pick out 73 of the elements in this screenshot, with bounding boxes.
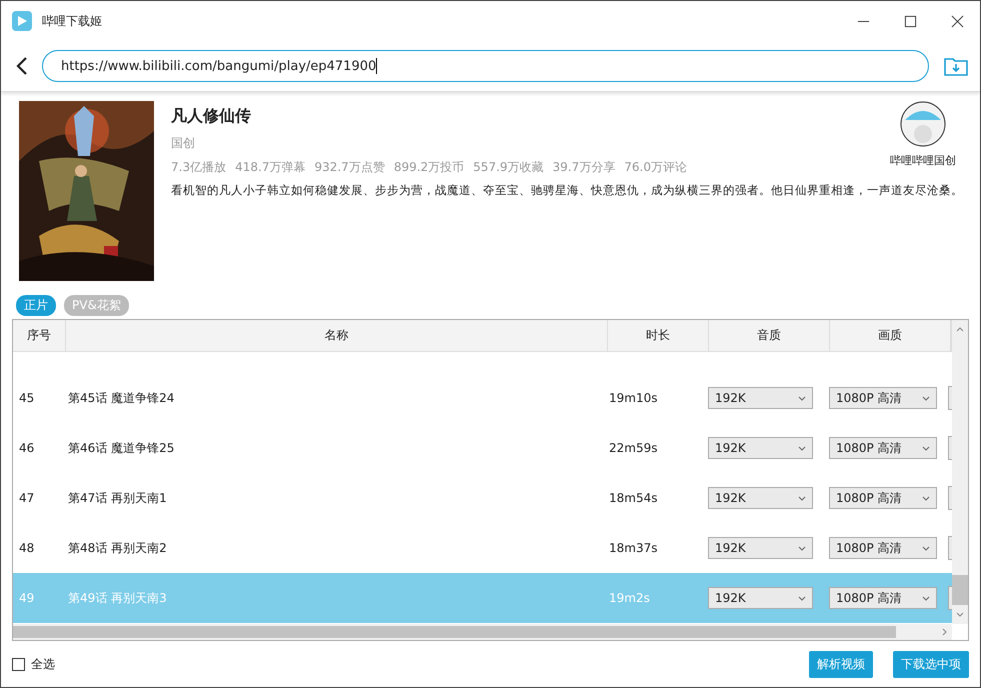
chevron-down-icon [798, 546, 806, 550]
video-title: 凡人修仙传 [171, 106, 252, 127]
stat-label: 76.0万评论 [624, 159, 687, 176]
chevron-down-icon [922, 496, 930, 500]
chevron-down-icon [798, 396, 806, 400]
table-cell-text: 第48话 再别天南2 [67, 540, 168, 556]
window-title: 哔哩下载姬 [42, 12, 102, 30]
download-folder-icon[interactable] [943, 55, 969, 77]
scrollbar-thumb[interactable] [952, 575, 968, 605]
table-cell-text: 第46话 魔道争锋25 [67, 440, 176, 456]
table-cell-text: 47 [18, 491, 36, 505]
table-cell-text: 48 [18, 541, 36, 555]
chevron-down-icon [922, 596, 930, 600]
episode-row[interactable]: 48 第48话 再别天南2 18m37s 192K 1080P 高清 [13, 523, 952, 573]
checkbox[interactable] [12, 658, 25, 671]
table-cell-text: 18m37s [608, 541, 658, 555]
table-cell-text: 49 [18, 591, 36, 605]
audio-dropdown[interactable]: 192K [708, 387, 813, 409]
quality-dropdown[interactable]: 1080P 高清 [829, 587, 937, 609]
audio-dropdown[interactable]: 192K [708, 487, 813, 509]
column-header: 音质 [709, 320, 830, 351]
avatar-icon [899, 100, 947, 148]
column-header: 画质 [830, 320, 951, 351]
chevron-down-icon [798, 446, 806, 450]
chevron-down-icon [922, 446, 930, 450]
stat-label: 7.3亿播放 [171, 159, 226, 176]
audio-dropdown[interactable]: 192K [708, 537, 813, 559]
quality-dropdown[interactable]: 1080P 高清 [829, 537, 937, 559]
close-icon[interactable] [951, 14, 964, 28]
select-all-label: 全选 [31, 656, 55, 673]
category-label: 国创 [171, 135, 196, 152]
table-cell-text: 第49话 再别天南3 [67, 590, 168, 606]
horizontal-scrollbar[interactable] [13, 624, 952, 640]
table-cell-text: 22m59s [608, 441, 658, 455]
vertical-scrollbar[interactable] [952, 320, 968, 624]
table-cell-text: 第47话 再别天南1 [67, 490, 168, 506]
episode-row[interactable]: 45 第45话 魔道争锋24 19m10s 192K 1080P 高清 [13, 373, 952, 423]
episode-row[interactable]: 47 第47话 再别天南1 18m54s 192K 1080P 高清 [13, 473, 952, 523]
quality-dropdown[interactable]: 1080P 高清 [829, 387, 937, 409]
column-header: 时长 [608, 320, 709, 351]
stat-label: 418.7万弹幕 [235, 159, 306, 176]
table-cell-text: 19m10s [608, 391, 658, 405]
stat-label: 557.9万收藏 [473, 159, 544, 176]
scroll-right-icon[interactable] [942, 628, 947, 636]
table-cell-text: 45 [18, 391, 36, 405]
back-icon[interactable] [16, 56, 28, 76]
column-header: 序号 [13, 320, 66, 351]
table-cell-text: 19m2s [608, 591, 651, 605]
table-cell-text: 第45话 魔道争锋24 [67, 390, 176, 406]
quality-dropdown[interactable]: 1080P 高清 [829, 437, 937, 459]
table-cell-text: 46 [18, 441, 36, 455]
chevron-down-icon [798, 496, 806, 500]
stat-label: 39.7万分享 [552, 159, 616, 176]
column-header: 名称 [66, 320, 608, 351]
url-field[interactable]: https://www.bilibili.com/bangumi/play/ep471900 [42, 50, 929, 82]
uploader-name: 哔哩哔哩国创 [890, 153, 956, 168]
app-logo-icon [12, 11, 32, 31]
scrollbar-thumb[interactable] [13, 626, 896, 638]
stat-label: 932.7万点赞 [314, 159, 385, 176]
audio-dropdown[interactable]: 192K [708, 587, 813, 609]
table-cell-text: 18m54s [608, 491, 658, 505]
episode-row[interactable]: 46 第46话 魔道争锋25 22m59s 192K 1080P 高清 [13, 423, 952, 473]
stat-label: 899.2万投币 [394, 159, 464, 176]
audio-dropdown[interactable]: 192K [708, 437, 813, 459]
description: 看机智的凡人小子韩立如何稳健发展、步步为营，战魔道、夺至宝、驰骋星海、快意恩仇，成为纵横三界的强者。他日仙界重相逢，一声道友尽沧桑。 [171, 183, 964, 198]
quality-dropdown[interactable]: 1080P 高清 [829, 487, 937, 509]
chevron-down-icon [922, 396, 930, 400]
chevron-down-icon [922, 546, 930, 550]
scroll-up-icon[interactable] [956, 327, 964, 332]
episode-row[interactable]: 49 第49话 再别天南3 19m2s 192K 1080P 高清 [13, 573, 952, 623]
maximize-icon[interactable] [904, 14, 917, 28]
chevron-down-icon [798, 596, 806, 600]
scroll-down-icon[interactable] [956, 612, 964, 617]
